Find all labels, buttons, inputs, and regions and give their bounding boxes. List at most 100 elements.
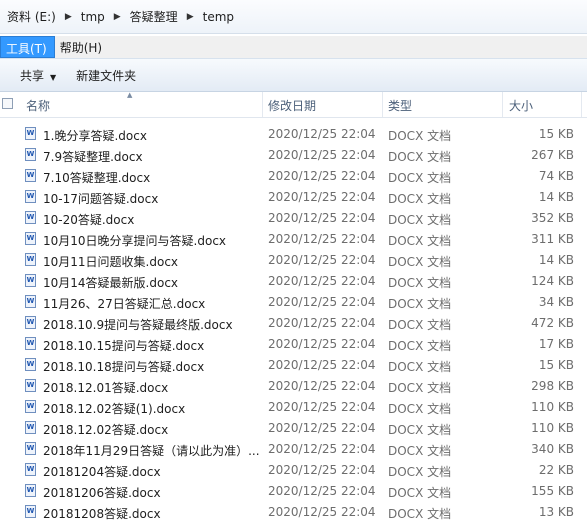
file-type: DOCX 文档 (388, 234, 452, 248)
file-name: 20181204答疑.docx (43, 465, 161, 479)
file-modified-date: 2020/12/25 22:04 (268, 316, 376, 330)
file-type: DOCX 文档 (388, 318, 452, 332)
file-name: 11月26、27日答疑汇总.docx (43, 297, 206, 311)
column-divider[interactable] (262, 92, 263, 117)
breadcrumb-arrow-icon[interactable]: ▶ (181, 12, 200, 22)
file-row[interactable]: W 20181206答疑.docx 2020/12/25 22:04 DOCX 文档 1… (0, 481, 587, 502)
file-modified-date: 2020/12/25 22:04 (268, 232, 376, 246)
column-date-header[interactable]: 修改日期 (268, 97, 316, 114)
file-type: DOCX 文档 (388, 276, 452, 290)
file-size: 311 KB (531, 232, 574, 246)
file-row[interactable]: W 2018.10.9提问与答疑最终版.docx 2020/12/25 22:04 D… (0, 313, 587, 334)
column-type-header[interactable]: 类型 (388, 97, 412, 114)
file-row[interactable]: W 10月10日晚分享提问与答疑.docx 2020/12/25 22:04 DOCX… (0, 229, 587, 250)
file-size: 15 KB (538, 127, 574, 141)
file-size: 472 KB (531, 316, 574, 330)
address-bar[interactable]: 资料 (E:) ▶ tmp ▶ 答疑整理 ▶ temp (0, 0, 587, 34)
word-document-icon: W (25, 337, 36, 350)
file-modified-date: 2020/12/25 22:04 (268, 421, 376, 435)
word-document-icon: W (25, 169, 36, 182)
breadcrumb-drive[interactable]: 资料 (E:) (4, 8, 59, 25)
file-row[interactable]: W 10-17问题答疑.docx 2020/12/25 22:04 DOCX 文档 14… (0, 187, 587, 208)
column-divider[interactable] (382, 92, 383, 117)
share-button[interactable]: 共享 ▼ (0, 67, 66, 84)
menu-help[interactable]: 帮助(H) (55, 36, 109, 58)
file-row[interactable]: W 2018.10.15提问与答疑.docx 2020/12/25 22:04 DOC… (0, 334, 587, 355)
word-document-icon: W (25, 484, 36, 497)
word-document-icon: W (25, 127, 36, 140)
file-modified-date: 2020/12/25 22:04 (268, 400, 376, 414)
word-document-icon: W (25, 190, 36, 203)
file-modified-date: 2020/12/25 22:04 (268, 442, 376, 456)
file-size: 14 KB (538, 190, 574, 204)
word-document-icon: W (25, 400, 36, 413)
file-name: 2018.12.02答疑.docx (43, 423, 169, 437)
select-all-checkbox[interactable] (2, 98, 13, 109)
file-name: 10月10日晚分享提问与答疑.docx (43, 234, 227, 248)
word-document-icon: W (25, 274, 36, 287)
file-row[interactable]: W 10月14答疑最新版.docx 2020/12/25 22:04 DOCX 文档 1… (0, 271, 587, 292)
breadcrumb-tmp[interactable]: tmp (78, 10, 108, 24)
file-size: 110 KB (531, 421, 574, 435)
share-button-label: 共享 (20, 68, 45, 83)
file-modified-date: 2020/12/25 22:04 (268, 148, 376, 162)
file-type: DOCX 文档 (388, 360, 452, 374)
word-document-icon: W (25, 295, 36, 308)
menu-bar: 工具(T) 帮助(H) (0, 36, 587, 58)
file-name: 20181208答疑.docx (43, 507, 161, 521)
file-name: 10月11日问题收集.docx (43, 255, 179, 269)
file-name: 20181206答疑.docx (43, 486, 161, 500)
file-type: DOCX 文档 (388, 486, 452, 500)
file-modified-date: 2020/12/25 22:04 (268, 169, 376, 183)
file-size: 15 KB (538, 358, 574, 372)
sort-ascending-icon: ▲ (127, 91, 133, 99)
file-modified-date: 2020/12/25 22:04 (268, 463, 376, 477)
file-size: 34 KB (538, 295, 574, 309)
breadcrumb-arrow-icon[interactable]: ▶ (108, 12, 127, 22)
column-name-header[interactable]: 名称 (26, 97, 50, 114)
file-name: 10-17问题答疑.docx (43, 192, 159, 206)
file-modified-date: 2020/12/25 22:04 (268, 337, 376, 351)
file-name: 2018.10.9提问与答疑最终版.docx (43, 318, 233, 332)
breadcrumb-temp[interactable]: temp (200, 10, 237, 24)
breadcrumb-dayi[interactable]: 答疑整理 (127, 8, 181, 25)
file-row[interactable]: W 10月11日问题收集.docx 2020/12/25 22:04 DOCX 文档 1… (0, 250, 587, 271)
file-row[interactable]: W 2018.12.02答疑.docx 2020/12/25 22:04 DOCX 文… (0, 418, 587, 439)
file-row[interactable]: W 2018.10.18提问与答疑.docx 2020/12/25 22:04 DOC… (0, 355, 587, 376)
file-name: 10-20答疑.docx (43, 213, 135, 227)
file-row[interactable]: W 2018年11月29日答疑（请以此为准）... 2020/12/25 22:04… (0, 439, 587, 460)
file-size: 13 KB (538, 505, 574, 519)
file-row[interactable]: W 2018.12.02答疑(1).docx 2020/12/25 22:04 DOC… (0, 397, 587, 418)
column-size-header[interactable]: 大小 (509, 97, 533, 114)
file-name: 1.晚分享答疑.docx (43, 129, 147, 143)
menu-tools[interactable]: 工具(T) (0, 36, 55, 58)
file-type: DOCX 文档 (388, 423, 452, 437)
file-size: 124 KB (531, 274, 574, 288)
file-row[interactable]: W 7.10答疑整理.docx 2020/12/25 22:04 DOCX 文档 74 … (0, 166, 587, 187)
file-size: 14 KB (538, 253, 574, 267)
new-folder-button[interactable]: 新建文件夹 (66, 67, 146, 84)
file-size: 352 KB (531, 211, 574, 225)
file-row[interactable]: W 1.晚分享答疑.docx 2020/12/25 22:04 DOCX 文档 15 K… (0, 124, 587, 145)
file-size: 155 KB (531, 484, 574, 498)
file-type: DOCX 文档 (388, 381, 452, 395)
file-type: DOCX 文档 (388, 402, 452, 416)
file-row[interactable]: W 2018.12.01答疑.docx 2020/12/25 22:04 DOCX 文… (0, 376, 587, 397)
file-row[interactable]: W 20181204答疑.docx 2020/12/25 22:04 DOCX 文档 2… (0, 460, 587, 481)
column-divider[interactable] (502, 92, 503, 117)
file-modified-date: 2020/12/25 22:04 (268, 211, 376, 225)
file-type: DOCX 文档 (388, 255, 452, 269)
file-row[interactable]: W 7.9答疑整理.docx 2020/12/25 22:04 DOCX 文档 267 … (0, 145, 587, 166)
file-row[interactable]: W 10-20答疑.docx 2020/12/25 22:04 DOCX 文档 352 … (0, 208, 587, 229)
file-name: 2018年11月29日答疑（请以此为准）... (43, 444, 260, 458)
breadcrumb-arrow-icon[interactable]: ▶ (59, 12, 78, 22)
file-type: DOCX 文档 (388, 465, 452, 479)
file-type: DOCX 文档 (388, 213, 452, 227)
column-divider[interactable] (581, 92, 582, 117)
file-row[interactable]: W 11月26、27日答疑汇总.docx 2020/12/25 22:04 DOCX … (0, 292, 587, 313)
command-toolbar: 共享 ▼ 新建文件夹 (0, 58, 587, 92)
file-row[interactable]: W 20181208答疑.docx 2020/12/25 22:04 DOCX 文档 1… (0, 502, 587, 523)
file-modified-date: 2020/12/25 22:04 (268, 127, 376, 141)
word-document-icon: W (25, 421, 36, 434)
file-name: 2018.12.02答疑(1).docx (43, 402, 186, 416)
